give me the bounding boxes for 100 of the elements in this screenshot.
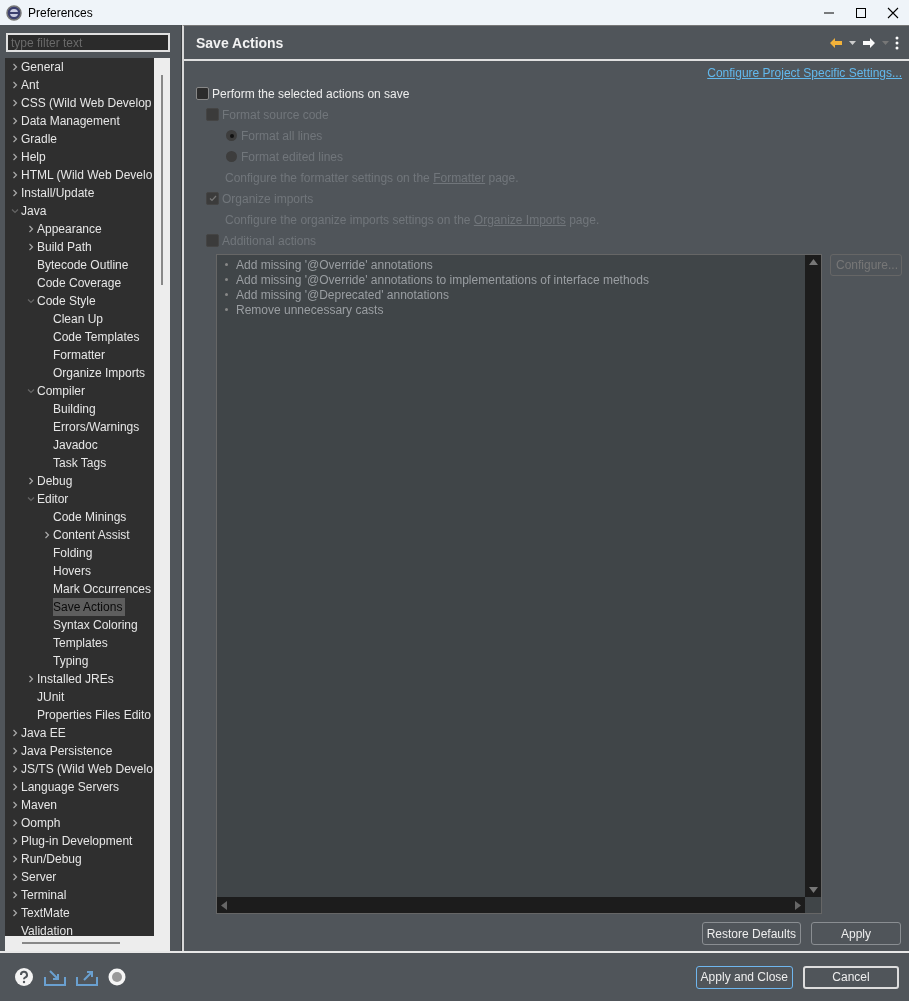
back-arrow-icon[interactable]: [829, 36, 843, 49]
chevron-right-icon[interactable]: [11, 819, 19, 827]
tree-item[interactable]: Building: [53, 400, 99, 418]
maximize-icon[interactable]: [855, 6, 867, 19]
tree-item[interactable]: Javadoc: [53, 436, 101, 454]
project-settings-link[interactable]: Configure Project Specific Settings...: [707, 66, 902, 80]
chevron-right-icon[interactable]: [11, 171, 19, 179]
tree-item[interactable]: Plug-in Development: [21, 832, 136, 850]
chevron-right-icon[interactable]: [27, 477, 35, 485]
tree-item[interactable]: Code Style: [37, 292, 99, 310]
export-icon[interactable]: [76, 968, 98, 986]
tree-item[interactable]: Hovers: [53, 562, 94, 580]
cancel-button[interactable]: Cancel: [803, 965, 899, 989]
tree-item[interactable]: Maven: [21, 796, 61, 814]
tree-item[interactable]: Ant: [21, 76, 42, 94]
tree-item[interactable]: CSS (Wild Web Develop: [21, 94, 154, 112]
chevron-right-icon[interactable]: [11, 63, 19, 71]
tree-item[interactable]: Appearance: [37, 220, 105, 238]
scroll-up-icon[interactable]: [808, 259, 818, 265]
scroll-right-icon[interactable]: [795, 900, 801, 910]
tree-item[interactable]: Syntax Coloring: [53, 616, 141, 634]
checkbox[interactable]: [196, 87, 209, 100]
tree-item[interactable]: Terminal: [21, 886, 70, 904]
menu-icon[interactable]: [895, 35, 899, 50]
chevron-right-icon[interactable]: [27, 675, 35, 683]
chevron-right-icon[interactable]: [11, 909, 19, 917]
tree-item[interactable]: Language Servers: [21, 778, 123, 796]
tree-item[interactable]: Debug: [37, 472, 76, 490]
chevron-right-icon[interactable]: [11, 189, 19, 197]
tree-item[interactable]: Editor: [37, 490, 72, 508]
tree-item[interactable]: Code Minings: [53, 508, 130, 526]
chevron-right-icon[interactable]: [11, 117, 19, 125]
tree-item[interactable]: Installed JREs: [37, 670, 117, 688]
tree-item[interactable]: Mark Occurrences: [53, 580, 154, 598]
tree-item[interactable]: Validation: [21, 922, 76, 936]
horizontal-scrollbar[interactable]: [5, 936, 170, 951]
tree-item[interactable]: Templates: [53, 634, 111, 652]
chevron-right-icon[interactable]: [11, 891, 19, 899]
tree-item[interactable]: Folding: [53, 544, 96, 562]
scroll-thumb[interactable]: [22, 942, 120, 945]
app-icon: [6, 4, 22, 21]
chevron-right-icon[interactable]: [27, 243, 35, 251]
tree-item[interactable]: Content Assist: [53, 526, 133, 544]
tree-item[interactable]: HTML (Wild Web Develo: [21, 166, 154, 184]
chevron-right-icon[interactable]: [11, 765, 19, 773]
tree-item[interactable]: General: [21, 58, 67, 76]
chevron-right-icon[interactable]: [43, 531, 51, 539]
apply-button[interactable]: Apply: [811, 922, 901, 945]
tree-item[interactable]: Server: [21, 868, 60, 886]
tree-item[interactable]: JUnit: [37, 688, 68, 706]
chevron-right-icon[interactable]: [11, 801, 19, 809]
chevron-right-icon[interactable]: [11, 747, 19, 755]
tree-item[interactable]: TextMate: [21, 904, 73, 922]
chevron-right-icon[interactable]: [11, 729, 19, 737]
tree-item[interactable]: Clean Up: [53, 310, 107, 328]
chevron-right-icon[interactable]: [11, 99, 19, 107]
scroll-left-icon[interactable]: [221, 900, 227, 910]
filter-field[interactable]: type filter text: [6, 33, 170, 52]
horizontal-scrollbar[interactable]: [217, 897, 805, 913]
tree-item[interactable]: Help: [21, 148, 49, 166]
tree-item[interactable]: Data Management: [21, 112, 123, 130]
tree-item[interactable]: Compiler: [37, 382, 88, 400]
scroll-down-icon[interactable]: [808, 887, 818, 893]
vertical-scrollbar[interactable]: [805, 255, 821, 897]
tree-item[interactable]: Build Path: [37, 238, 95, 256]
scroll-thumb[interactable]: [160, 75, 164, 285]
vertical-scrollbar[interactable]: [154, 58, 170, 936]
restore-defaults-button[interactable]: Restore Defaults: [701, 922, 801, 945]
tree-item[interactable]: Java Persistence: [21, 742, 116, 760]
chevron-right-icon[interactable]: [11, 81, 19, 89]
tree-item[interactable]: Gradle: [21, 130, 61, 148]
chevron-right-icon[interactable]: [11, 873, 19, 881]
tree-item[interactable]: Code Templates: [53, 328, 143, 346]
chevron-right-icon[interactable]: [11, 153, 19, 161]
apply-and-close-button[interactable]: Apply and Close: [695, 965, 793, 989]
help-icon[interactable]: [14, 967, 34, 987]
import-icon[interactable]: [44, 968, 66, 986]
tree-item[interactable]: Install/Update: [21, 184, 98, 202]
close-icon[interactable]: [887, 6, 899, 19]
tree-item[interactable]: Java EE: [21, 724, 69, 742]
chevron-right-icon[interactable]: [27, 225, 35, 233]
tree-item[interactable]: Bytecode Outline: [37, 256, 132, 274]
forward-arrow-icon[interactable]: [862, 36, 876, 49]
caret-icon[interactable]: [849, 40, 856, 45]
tree-item[interactable]: Code Coverage: [37, 274, 125, 292]
chevron-right-icon[interactable]: [11, 855, 19, 863]
tree-item[interactable]: Errors/Warnings: [53, 418, 143, 436]
tree-item[interactable]: JS/TS (Wild Web Develo: [21, 760, 154, 778]
tree-item[interactable]: Oomph: [21, 814, 64, 832]
tree-item[interactable]: Java: [21, 202, 50, 220]
tree-item[interactable]: Typing: [53, 652, 92, 670]
tree-item[interactable]: Properties Files Edito: [37, 706, 154, 724]
chevron-right-icon[interactable]: [11, 135, 19, 143]
chevron-right-icon[interactable]: [11, 837, 19, 845]
tree-item[interactable]: Organize Imports: [53, 364, 149, 382]
chevron-right-icon[interactable]: [11, 783, 19, 791]
tree-item[interactable]: Task Tags: [53, 454, 110, 472]
tree-item[interactable]: Run/Debug: [21, 850, 85, 868]
record-icon[interactable]: [108, 968, 126, 986]
tree-item[interactable]: Formatter: [53, 346, 108, 364]
